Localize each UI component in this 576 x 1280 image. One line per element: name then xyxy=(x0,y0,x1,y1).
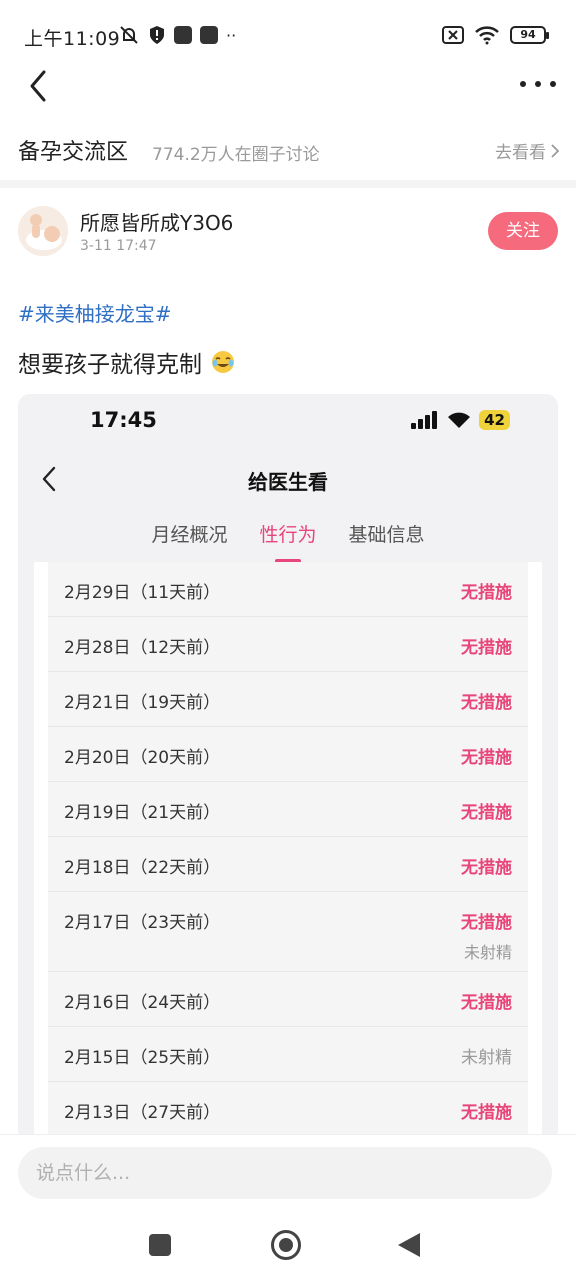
record-status-label: 未射精 xyxy=(461,1048,512,1068)
record-date: 2月20日（20天前） xyxy=(64,748,221,768)
top-nav xyxy=(0,60,576,110)
status-time: 上午11:09 xyxy=(24,28,121,50)
battery-icon: 42 xyxy=(479,410,510,430)
record-date: 2月19日（21天前） xyxy=(64,803,221,823)
record-status: 无措施 xyxy=(461,578,512,603)
wifi-icon xyxy=(475,26,499,45)
record-row: 2月17日（23天前） 无措施未射精 xyxy=(48,892,528,972)
record-status: 无措施 xyxy=(461,743,512,768)
record-status: 无措施 xyxy=(461,853,512,878)
record-status-label: 无措施 xyxy=(461,913,512,933)
circle-member-count: 774.2万人在圈子讨论 xyxy=(152,145,320,165)
record-status-label: 无措施 xyxy=(461,583,512,603)
record-row: 2月15日（25天前） 未射精 xyxy=(48,1027,528,1082)
author-name[interactable]: 所愿皆所成Y3O6 xyxy=(80,207,233,236)
mute-bell-icon xyxy=(120,26,138,44)
avatar[interactable] xyxy=(18,206,68,256)
record-status: 无措施 xyxy=(461,633,512,658)
record-status: 无措施 未射精 xyxy=(461,908,512,963)
record-status-label: 无措施 xyxy=(461,1103,512,1123)
record-row: 2月21日（19天前） 无措施 xyxy=(48,672,528,727)
post-text: 想要孩子就得克制 xyxy=(18,345,236,379)
no-sim-icon xyxy=(442,26,464,44)
section-divider xyxy=(0,180,576,188)
tab-sexual-activity: 性行为 xyxy=(259,520,317,563)
more-notifications-icon: ·· xyxy=(226,25,237,45)
record-status-label: 无措施 xyxy=(461,748,512,768)
signal-icon xyxy=(411,411,438,429)
record-status-label: 无措施 xyxy=(461,993,512,1013)
record-row: 2月19日（21天前） 无措施 xyxy=(48,782,528,837)
record-row: 2月13日（27天前） 无措施 xyxy=(48,1082,528,1137)
tab-menstruation: 月经概况 xyxy=(151,524,228,546)
record-status-label: 无措施 xyxy=(461,803,512,823)
circle-name: 备孕交流区 xyxy=(18,140,129,165)
record-status: 无措施 xyxy=(461,1098,512,1123)
record-status: 无措施 xyxy=(461,688,512,713)
embedded-page-title: 给医生看 xyxy=(248,470,328,494)
app-notification-icon xyxy=(174,26,192,44)
record-date: 2月17日（23天前） xyxy=(64,913,221,933)
circle-go-link[interactable]: 去看看 xyxy=(495,138,560,163)
comment-input[interactable] xyxy=(18,1147,552,1199)
embedded-tabs: 月经概况 性行为 基础信息 xyxy=(18,520,558,563)
record-date: 2月13日（27天前） xyxy=(64,1103,221,1123)
embedded-record-panel: 2月29日（11天前） 无措施 2月28日（12天前） 无措施 2月21日（19天前） 无… xyxy=(34,562,542,1144)
system-nav-bar xyxy=(0,1214,576,1280)
record-status-label: 无措施 xyxy=(461,858,512,878)
status-right-icons: 94 xyxy=(442,25,549,45)
record-row: 2月16日（24天前） 无措施 xyxy=(48,972,528,1027)
record-date: 2月28日（12天前） xyxy=(64,638,221,658)
wifi-icon xyxy=(448,412,471,428)
record-row: 2月20日（20天前） 无措施 xyxy=(48,727,528,782)
post-image[interactable]: 17:45 42 给医生看 月经概况 性行为 基础信息 2月29日（11天前） 无… xyxy=(18,394,558,1144)
record-row: 2月18日（22天前） 无措施 xyxy=(48,837,528,892)
post-time: 3-11 17:47 xyxy=(80,238,157,254)
record-row: 2月28日（12天前） 无措施 xyxy=(48,617,528,672)
system-back-icon[interactable] xyxy=(398,1233,420,1257)
record-date: 2月18日（22天前） xyxy=(64,858,221,878)
record-status: 未射精 xyxy=(461,1043,512,1068)
record-date: 2月15日（25天前） xyxy=(64,1048,221,1068)
record-date: 2月16日（24天前） xyxy=(64,993,221,1013)
record-status-label: 无措施 xyxy=(461,693,512,713)
baby-avatar-icon xyxy=(18,206,68,256)
embedded-status-icons: 42 xyxy=(411,410,510,430)
record-row: 2月29日（11天前） 无措施 xyxy=(48,562,528,617)
more-options-icon[interactable] xyxy=(520,74,556,94)
laughing-tears-emoji-icon xyxy=(212,351,234,373)
post-body: 想要孩子就得克制 xyxy=(18,352,202,378)
circle-go-label: 去看看 xyxy=(495,143,546,163)
topic-hashtag[interactable]: #来美柚接龙宝# xyxy=(18,298,172,327)
record-status: 无措施 xyxy=(461,988,512,1013)
chevron-right-icon xyxy=(551,143,560,158)
record-status-note: 未射精 xyxy=(463,943,512,962)
record-date: 2月21日（19天前） xyxy=(64,693,221,713)
back-arrow-icon[interactable] xyxy=(24,66,54,106)
record-list: 2月29日（11天前） 无措施 2月28日（12天前） 无措施 2月21日（19天前） 无… xyxy=(48,562,528,1137)
comment-bar xyxy=(0,1134,576,1214)
app-notification-icon xyxy=(200,26,218,44)
tab-basic-info: 基础信息 xyxy=(348,524,425,546)
circle-header[interactable]: 备孕交流区 774.2万人在圈子讨论 去看看 xyxy=(0,128,576,174)
embedded-status-time: 17:45 xyxy=(90,408,157,432)
battery-icon: 94 xyxy=(510,26,549,44)
record-date: 2月29日（11天前） xyxy=(64,583,221,603)
recent-apps-icon[interactable] xyxy=(149,1234,171,1256)
record-status: 无措施 xyxy=(461,798,512,823)
shield-icon xyxy=(150,26,164,44)
status-left-icons: ·· xyxy=(118,24,236,46)
record-status-label: 无措施 xyxy=(461,638,512,658)
home-icon[interactable] xyxy=(271,1230,301,1260)
follow-button[interactable]: 关注 xyxy=(488,212,558,250)
